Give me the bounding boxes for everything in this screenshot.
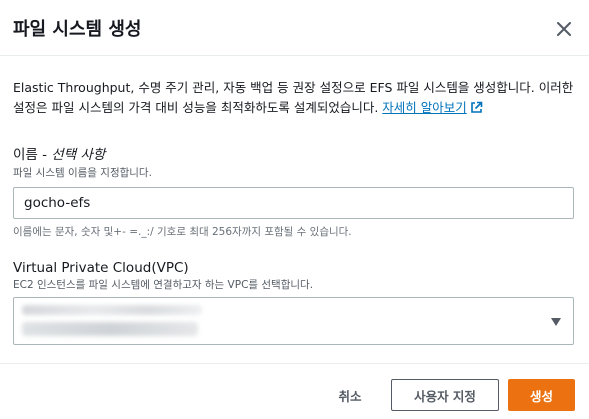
file-system-name-input[interactable]: [13, 187, 574, 219]
name-field-label: 이름 - 선택 사항: [13, 146, 105, 164]
cancel-button[interactable]: 취소: [318, 379, 382, 411]
modal-title: 파일 시스템 생성: [13, 19, 142, 40]
vpc-selected-value-redacted: [22, 305, 202, 315]
description-text: Elastic Throughput, 수명 주기 관리, 자동 백업 등 권장…: [13, 80, 574, 115]
vpc-field-label: Virtual Private Cloud(VPC): [13, 260, 189, 276]
customize-button[interactable]: 사용자 지정: [391, 379, 499, 411]
create-file-system-modal: 파일 시스템 생성 Elastic Throughput, 수명 주기 관리, …: [0, 0, 589, 419]
name-label-text: 이름 -: [13, 147, 52, 163]
learn-more-link-label[interactable]: 자세히 알아보기: [382, 100, 466, 115]
modal-content: Elastic Throughput, 수명 주기 관리, 자동 백업 등 권장…: [13, 78, 576, 345]
vpc-select[interactable]: [13, 297, 574, 345]
caret-down-icon[interactable]: [549, 315, 563, 329]
create-button[interactable]: 생성: [508, 379, 575, 411]
vpc-selected-detail-redacted: [22, 322, 198, 336]
vpc-field-description: EC2 인스턴스를 파일 시스템에 연결하고자 하는 VPC를 선택합니다.: [13, 279, 314, 291]
modal-footer: 취소 사용자 지정 생성: [0, 363, 589, 419]
learn-more-link[interactable]: 자세히 알아보기: [382, 100, 483, 115]
name-field-constraint: 이름에는 문자, 숫자 및+- =._:/ 기호로 최대 256자까지 포함될 …: [13, 226, 352, 238]
description: Elastic Throughput, 수명 주기 관리, 자동 백업 등 권장…: [13, 78, 576, 120]
external-link-icon[interactable]: [470, 100, 483, 120]
name-field-description: 파일 시스템 이름을 지정합니다.: [13, 167, 152, 179]
close-icon[interactable]: [552, 17, 576, 41]
modal-header: 파일 시스템 생성: [0, 0, 589, 56]
name-label-optional: 선택 사항: [51, 147, 106, 163]
